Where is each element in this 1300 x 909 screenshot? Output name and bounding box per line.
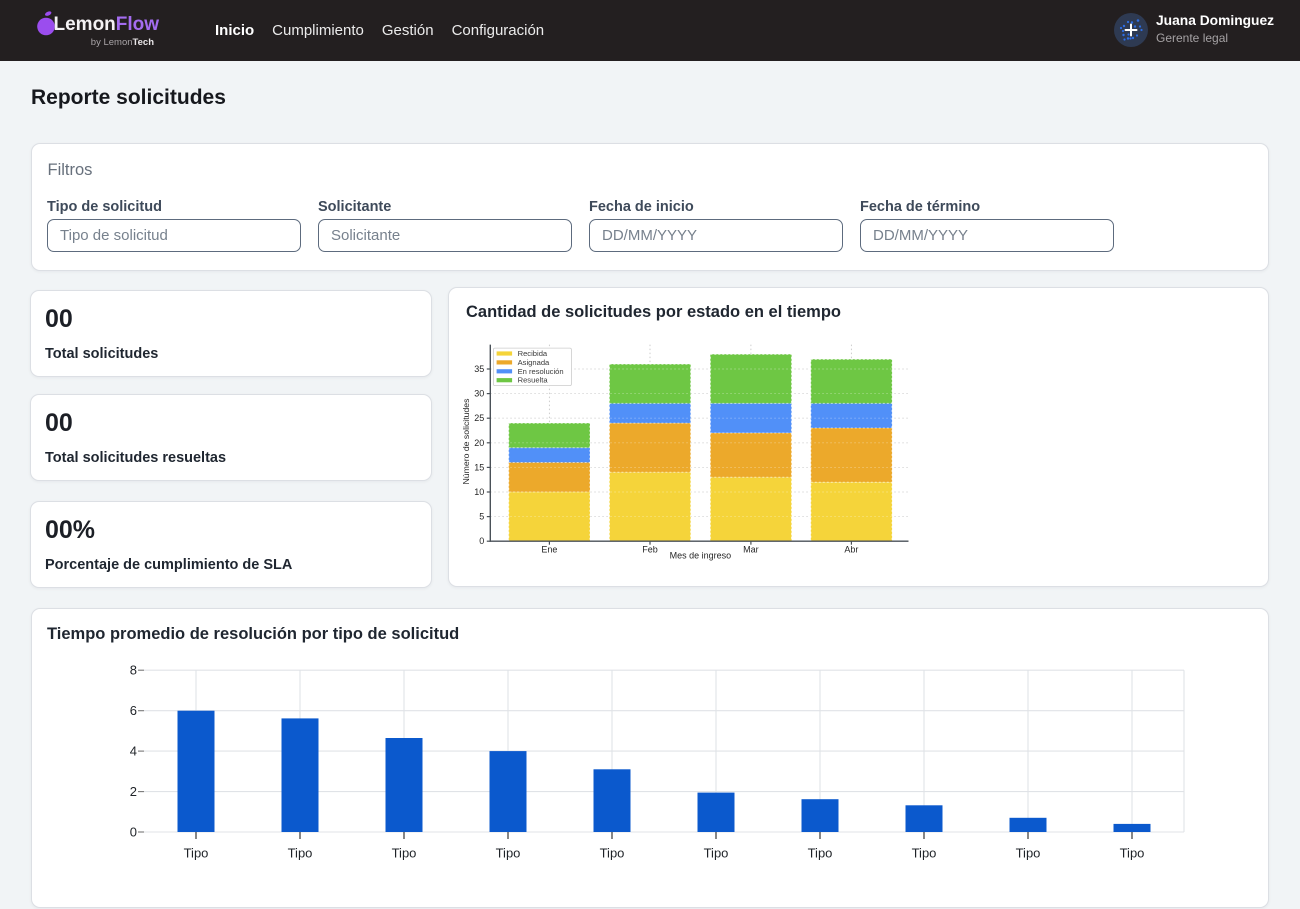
svg-text:Tipo: Tipo — [392, 846, 417, 861]
svg-text:10: 10 — [474, 487, 484, 497]
svg-text:Abr: Abr — [844, 545, 858, 555]
svg-text:Tipo: Tipo — [184, 846, 209, 861]
svg-text:Número de solicitudes: Número de solicitudes — [461, 398, 471, 485]
svg-text:25: 25 — [474, 413, 484, 423]
svg-text:Tipo: Tipo — [1120, 846, 1145, 861]
svg-text:Ene: Ene — [541, 545, 557, 555]
svg-text:Tipo: Tipo — [808, 846, 833, 861]
svg-text:5: 5 — [479, 512, 484, 522]
svg-text:Tipo: Tipo — [288, 846, 313, 861]
svg-text:Tipo: Tipo — [600, 846, 625, 861]
svg-text:30: 30 — [474, 389, 484, 399]
svg-text:Tipo: Tipo — [496, 846, 521, 861]
svg-text:Mar: Mar — [743, 545, 759, 555]
svg-text:15: 15 — [474, 462, 484, 472]
svg-text:35: 35 — [474, 364, 484, 374]
svg-text:6: 6 — [130, 703, 137, 718]
svg-text:Tipo: Tipo — [704, 846, 729, 861]
svg-text:8: 8 — [130, 663, 137, 678]
svg-text:2: 2 — [130, 784, 137, 799]
svg-text:0: 0 — [479, 536, 484, 546]
svg-text:En resolución: En resolución — [518, 367, 564, 376]
svg-text:Tipo: Tipo — [912, 846, 937, 861]
svg-text:Resuelta: Resuelta — [518, 376, 549, 385]
svg-text:0: 0 — [130, 825, 137, 840]
svg-text:Asignada: Asignada — [518, 358, 550, 367]
svg-text:Recibida: Recibida — [518, 349, 548, 358]
svg-text:Tipo: Tipo — [1016, 846, 1041, 861]
svg-text:4: 4 — [130, 744, 137, 759]
svg-text:Mes de ingreso: Mes de ingreso — [670, 551, 732, 561]
svg-text:Feb: Feb — [642, 545, 658, 555]
svg-text:20: 20 — [474, 438, 484, 448]
